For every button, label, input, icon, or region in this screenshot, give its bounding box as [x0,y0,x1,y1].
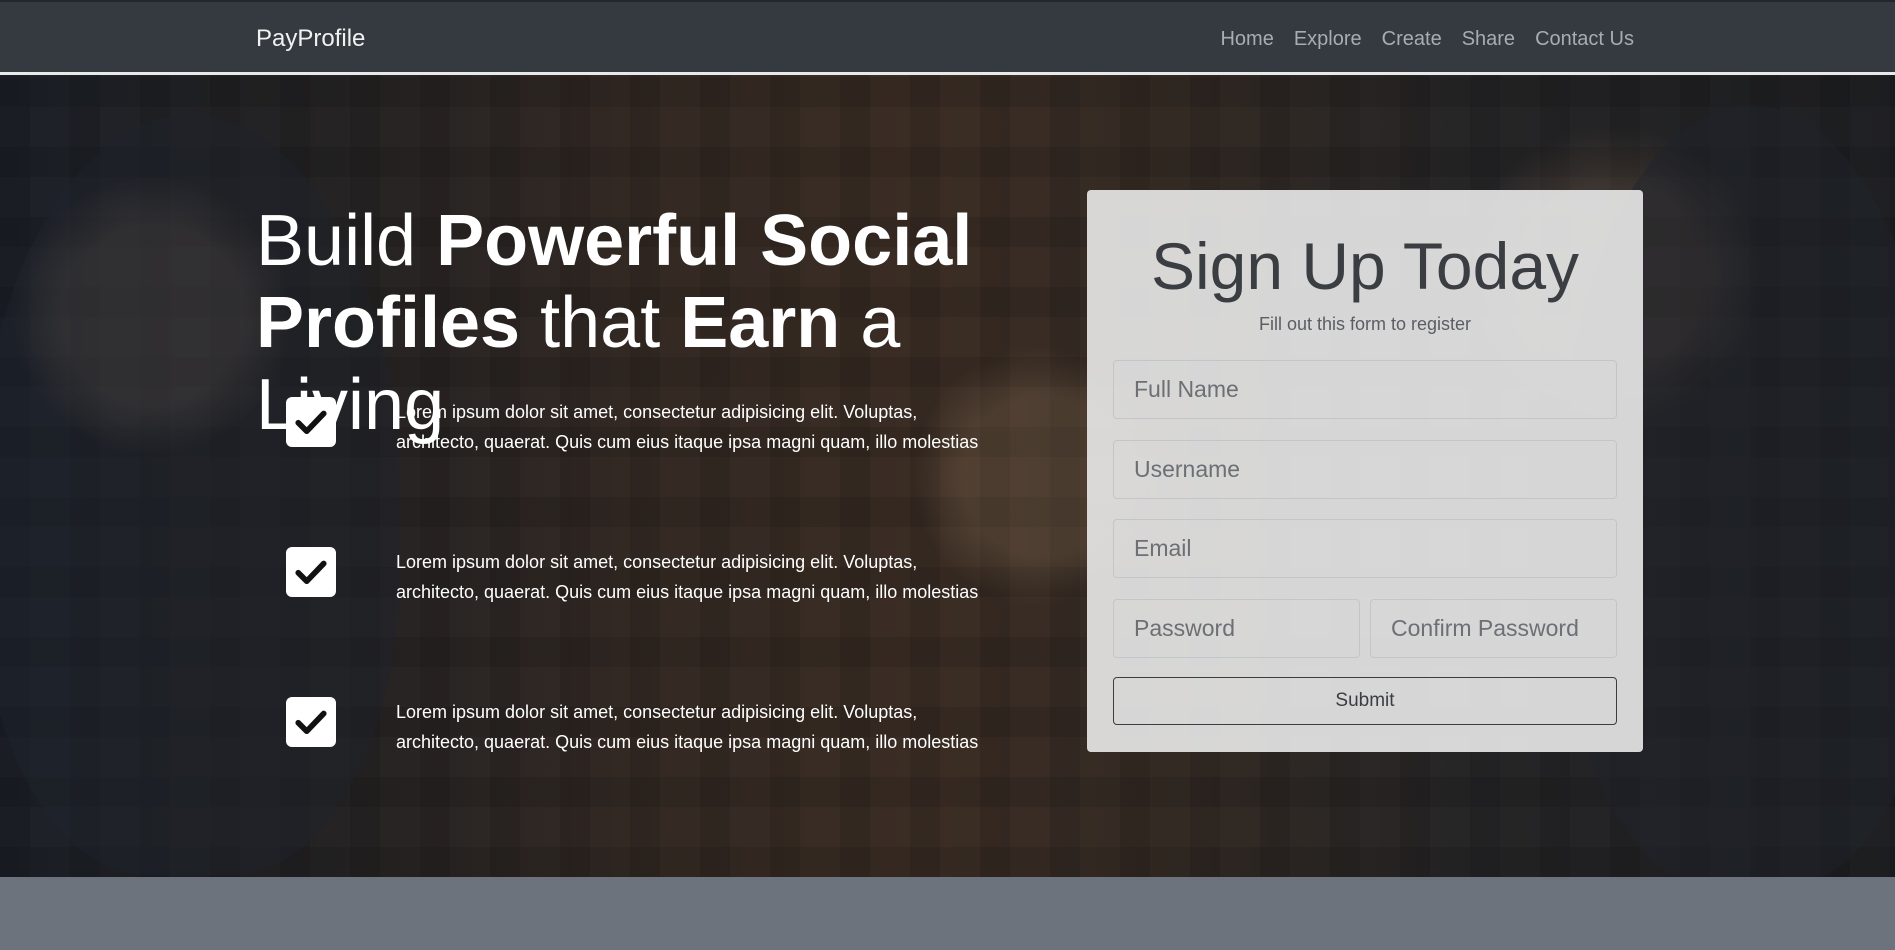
headline-text-bold: Powerful Social [436,201,973,281]
headline-text: that [520,283,681,363]
submit-button[interactable]: Submit [1113,677,1617,725]
nav-link-contact-us[interactable]: Contact Us [1535,28,1634,51]
signup-title: Sign Up Today [1150,229,1580,303]
nav-link-share[interactable]: Share [1462,28,1515,51]
brand-logo[interactable]: PayProfile [256,25,365,53]
feature-item: Lorem ipsum dolor sit amet, consectetur … [286,697,996,847]
check-icon [286,697,336,747]
headline-text: Build [256,201,437,281]
check-icon [286,547,336,597]
confirm-password-input[interactable] [1370,599,1617,658]
full-name-input[interactable] [1113,360,1617,419]
feature-text: Lorem ipsum dolor sit amet, consectetur … [396,402,979,452]
nav-link-create[interactable]: Create [1382,28,1442,51]
password-input[interactable] [1113,599,1360,658]
email-input[interactable] [1113,519,1617,578]
check-icon [286,397,336,447]
signup-subtitle: Fill out this form to register [1258,314,1472,334]
footer-band [0,877,1895,950]
nav-link-explore[interactable]: Explore [1294,28,1362,51]
feature-text: Lorem ipsum dolor sit amet, consectetur … [396,702,979,752]
signup-card: Sign Up Today Fill out this form to regi… [1087,190,1643,752]
headline-text-bold: Profiles [256,283,521,363]
nav-link-home[interactable]: Home [1220,28,1273,51]
feature-list: Lorem ipsum dolor sit amet, consectetur … [286,397,996,847]
feature-item: Lorem ipsum dolor sit amet, consectetur … [286,397,996,547]
username-input[interactable] [1113,440,1617,499]
headline-text-bold: Earn [680,283,841,363]
nav-links: Home Explore Create Share Contact Us [1220,28,1634,51]
navbar: PayProfile Home Explore Create Share Con… [0,0,1895,72]
feature-item: Lorem ipsum dolor sit amet, consectetur … [286,547,996,697]
feature-text: Lorem ipsum dolor sit amet, consectetur … [396,552,979,602]
